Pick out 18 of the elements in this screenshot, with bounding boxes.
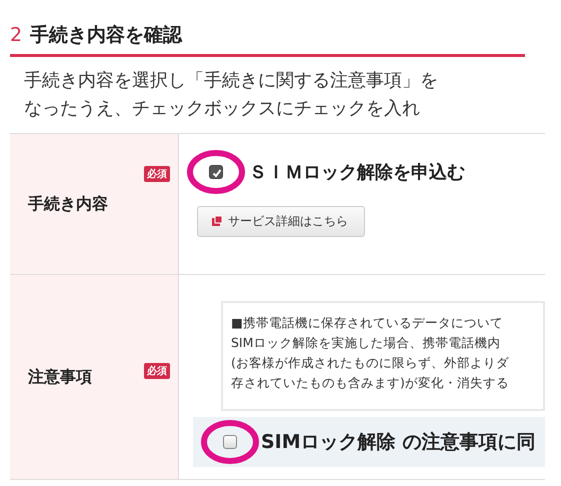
section-title: 手続き内容を確認 [30, 23, 182, 48]
service-details-button[interactable]: サービス詳細はこちら [197, 206, 365, 236]
notice-text: 存されていたものも含みます)が変化・消失する [231, 374, 510, 392]
required-badge: 必須 [144, 166, 170, 182]
agree-label: SIMロック解除 の注意事項に同 [261, 430, 536, 455]
notice-text: (お客様が作成されたものに限らず、外部よりダ [231, 354, 510, 372]
option-label: ＳＩＭロック解除を申込む [249, 160, 465, 184]
step-number: 2 [10, 24, 22, 46]
instruction-text: 手続き内容を選択し「手続きに関する注意事項」を [24, 69, 439, 93]
link-icon [212, 216, 222, 226]
checkbox[interactable] [223, 435, 237, 449]
checkbox[interactable] [209, 164, 223, 178]
field-label: 注意事項 [28, 366, 92, 386]
field-label: 手続き内容 [28, 194, 108, 212]
instruction-text: なったうえ、チェックボックスにチェックを入れ [24, 97, 421, 121]
required-badge: 必須 [144, 363, 170, 379]
notice-text: SIMロック解除を実施した場合、携帯電話機内 [231, 334, 502, 352]
notice-text: ■携帯電話機に保存されているデータについて [231, 314, 504, 332]
